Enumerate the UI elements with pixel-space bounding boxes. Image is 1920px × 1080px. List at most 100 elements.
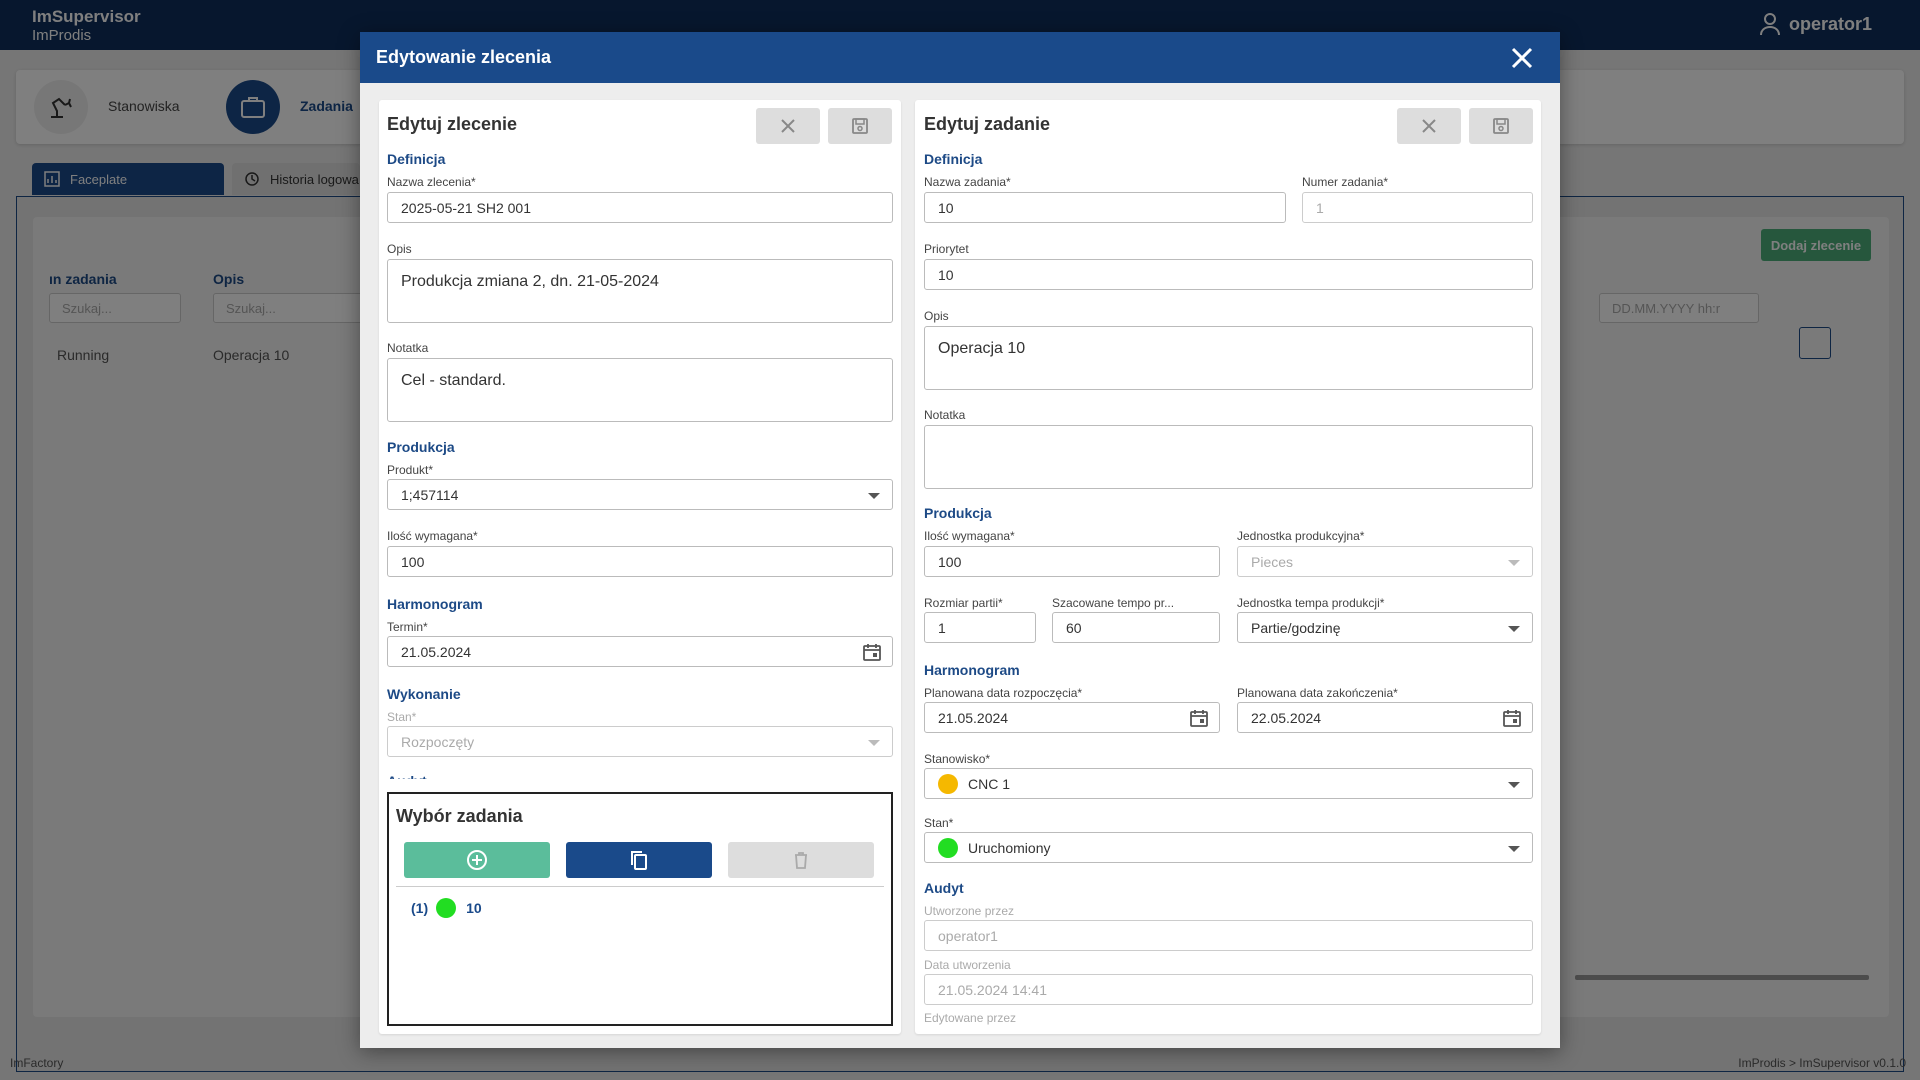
task-production-section: Produkcja	[924, 505, 992, 521]
task-station-value: CNC 1	[968, 775, 1011, 792]
order-state-label: Stan*	[387, 710, 417, 724]
task-end-label: Planowana data zakończenia*	[1237, 686, 1398, 700]
task-edited-by-label: Edytowane przez	[924, 1011, 1017, 1025]
task-state-label: Stan*	[924, 816, 954, 830]
task-number-label: Numer zadania*	[1302, 175, 1389, 189]
order-panel: Edytuj zlecenie Definicja Nazwa zlecenia…	[379, 100, 901, 1034]
dialog-title: Edytowanie zlecenia	[376, 47, 552, 67]
task-rate-unit-value: Partie/godzinę	[1251, 619, 1341, 636]
order-panel-title: Edytuj zlecenie	[387, 114, 518, 134]
trash-icon	[795, 852, 807, 869]
task-unit-label: Jednostka produkcyjna*	[1237, 529, 1365, 543]
task-rate-input[interactable]: 60	[1052, 612, 1220, 643]
task-audit-section: Audyt	[924, 880, 964, 896]
order-audit-section: Audyt	[387, 773, 427, 779]
task-station-select[interactable]: CNC 1	[924, 768, 1533, 799]
task-batch-input[interactable]: 1	[924, 612, 1036, 643]
order-schedule-section: Harmonogram	[387, 596, 483, 612]
order-definition-section: Definicja	[387, 151, 446, 167]
save-icon	[852, 118, 868, 134]
order-product-value: 1;457114	[401, 486, 459, 503]
delete-task-button[interactable]	[728, 842, 874, 878]
task-definition-section: Definicja	[924, 151, 983, 167]
order-state-select: Rozpoczęty	[387, 726, 893, 757]
add-circle-icon	[467, 850, 487, 870]
task-list-item[interactable]: (1) 10	[411, 898, 482, 918]
save-icon	[1493, 118, 1509, 134]
task-rate-unit-label: Jednostka tempa produkcji*	[1237, 596, 1385, 610]
task-unit-value: Pieces	[1251, 553, 1294, 570]
order-desc-textarea[interactable]: Produkcja zmiana 2, dn. 21-05-2024	[387, 259, 893, 323]
task-created-by-input: operator1	[924, 920, 1533, 951]
order-deadline-value: 21.05.2024	[401, 643, 472, 660]
task-end-input[interactable]: 22.05.2024	[1237, 702, 1533, 733]
order-save-button[interactable]	[828, 108, 892, 144]
calendar-icon[interactable]	[1189, 708, 1209, 728]
task-save-button[interactable]	[1469, 108, 1533, 144]
task-note-textarea[interactable]	[924, 425, 1533, 489]
order-state-value: Rozpoczęty	[401, 733, 475, 750]
order-name-input[interactable]: 2025-05-21 SH2 001	[387, 192, 893, 223]
order-desc-label: Opis	[387, 242, 412, 256]
station-status-dot-icon	[938, 773, 958, 794]
task-priority-label: Priorytet	[924, 242, 969, 256]
task-selection-box: Wybór zadania (1) 10	[387, 792, 893, 1026]
task-number-input: 1	[1302, 192, 1533, 223]
copy-icon	[631, 851, 647, 870]
status-dot-icon	[436, 898, 457, 918]
task-priority-input[interactable]: 10	[924, 259, 1533, 290]
task-rate-unit-select[interactable]: Partie/godzinę	[1237, 612, 1533, 643]
order-note-textarea[interactable]: Cel - standard.	[387, 358, 893, 422]
calendar-icon[interactable]	[862, 642, 882, 662]
task-schedule-section: Harmonogram	[924, 662, 1020, 678]
task-note-label: Notatka	[924, 408, 966, 422]
task-state-value: Uruchomiony	[968, 839, 1051, 856]
task-qty-input[interactable]: 100	[924, 546, 1220, 577]
task-cancel-button[interactable]	[1397, 108, 1461, 144]
task-name-label: Nazwa zadania*	[924, 175, 1011, 189]
dialog-header: Edytowanie zlecenia	[360, 32, 1560, 83]
chevron-down-icon	[1508, 560, 1520, 566]
task-batch-label: Rozmiar partii*	[924, 596, 1003, 610]
divider	[396, 886, 884, 887]
close-icon	[781, 119, 795, 133]
task-station-label: Stanowisko*	[924, 752, 991, 766]
chevron-down-icon	[1508, 846, 1520, 852]
order-execution-section: Wykonanie	[387, 686, 461, 702]
order-production-section: Produkcja	[387, 439, 455, 455]
task-end-value: 22.05.2024	[1251, 709, 1322, 726]
task-rate-label: Szacowane tempo pr...	[1052, 596, 1175, 610]
chevron-down-icon	[868, 740, 880, 746]
task-state-select[interactable]: Uruchomiony	[924, 832, 1533, 863]
task-qty-label: Ilość wymagana*	[924, 529, 1015, 543]
task-desc-textarea[interactable]: Operacja 10	[924, 326, 1533, 390]
task-start-value: 21.05.2024	[938, 709, 1009, 726]
close-icon	[1422, 119, 1436, 133]
order-qty-input[interactable]: 100	[387, 546, 893, 577]
add-task-button[interactable]	[404, 842, 550, 878]
task-panel: Edytuj zadanie Definicja Nazwa zadania* …	[915, 100, 1541, 1034]
chevron-down-icon	[1508, 626, 1520, 632]
calendar-icon[interactable]	[1502, 708, 1522, 728]
task-unit-select: Pieces	[1237, 546, 1533, 577]
task-name-input[interactable]: 10	[924, 192, 1286, 223]
order-cancel-button[interactable]	[756, 108, 820, 144]
task-created-by-label: Utworzone przez	[924, 904, 1015, 918]
task-item-index: (1)	[411, 900, 429, 916]
order-note-label: Notatka	[387, 341, 429, 355]
task-created-date-input: 21.05.2024 14:41	[924, 974, 1533, 1005]
order-name-label: Nazwa zlecenia*	[387, 175, 476, 189]
copy-task-button[interactable]	[566, 842, 712, 878]
task-selection-title: Wybór zadania	[396, 806, 523, 826]
chevron-down-icon	[1508, 782, 1520, 788]
order-product-select[interactable]: 1;457114	[387, 479, 893, 510]
task-start-input[interactable]: 21.05.2024	[924, 702, 1220, 733]
order-qty-label: Ilość wymagana*	[387, 529, 478, 543]
task-desc-label: Opis	[924, 309, 949, 323]
task-item-label: 10	[466, 900, 482, 916]
order-deadline-input[interactable]: 21.05.2024	[387, 636, 893, 667]
task-start-label: Planowana data rozpoczęcia*	[924, 686, 1083, 700]
state-status-dot-icon	[938, 837, 958, 858]
edit-order-dialog: Edytowanie zlecenia Edytuj zlecenie Defi…	[360, 32, 1560, 1048]
close-icon[interactable]	[1508, 44, 1536, 72]
